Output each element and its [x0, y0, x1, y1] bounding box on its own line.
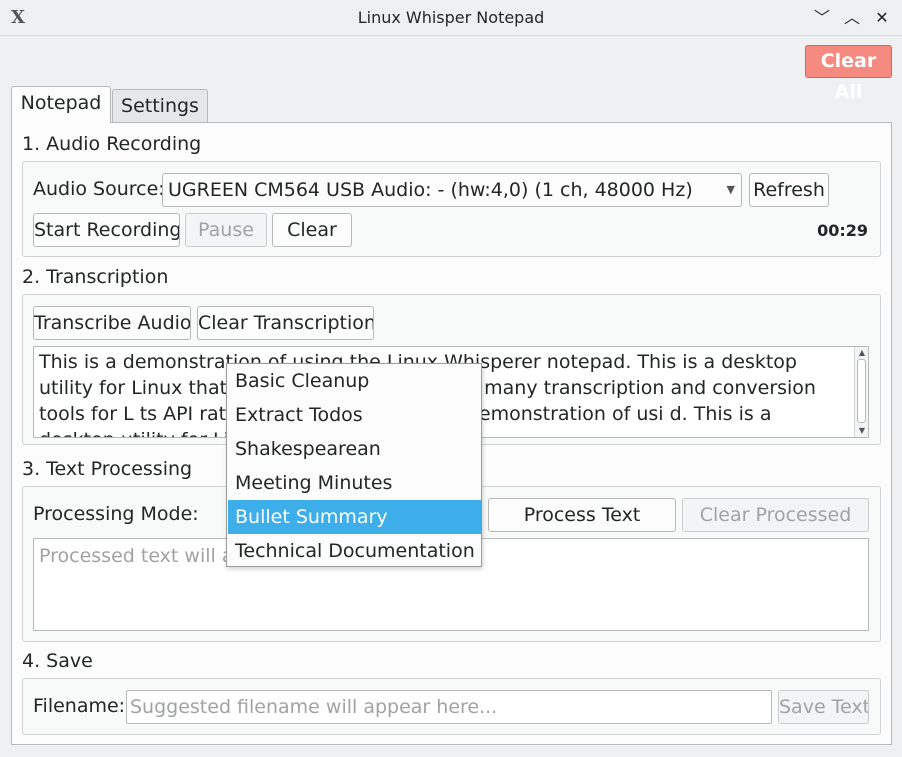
save-title: 4. Save [22, 650, 93, 672]
filename-input[interactable]: Suggested filename will appear here... [126, 690, 772, 724]
filename-placeholder: Suggested filename will appear here... [130, 696, 498, 718]
transcription-title: 2. Transcription [22, 266, 169, 288]
tab-notepad[interactable]: Notepad [11, 86, 111, 123]
minimize-icon[interactable]: ﹀ [810, 6, 834, 30]
clear-processed-button[interactable]: Clear Processed [682, 498, 869, 532]
scroll-down-icon[interactable]: ▼ [855, 425, 868, 437]
scrollbar-thumb[interactable] [857, 359, 866, 423]
audio-recording-title: 1. Audio Recording [22, 133, 202, 155]
refresh-button[interactable]: Refresh [749, 173, 829, 207]
transcribe-audio-button[interactable]: Transcribe Audio [33, 306, 191, 340]
transcription-scrollbar[interactable]: ▲ ▼ [854, 347, 868, 437]
start-recording-button[interactable]: Start Recording [33, 213, 180, 247]
audio-source-label: Audio Source: [33, 178, 165, 200]
mode-option-meeting-minutes[interactable]: Meeting Minutes [228, 466, 482, 500]
mode-option-extract-todos[interactable]: Extract Todos [228, 398, 482, 432]
clear-all-button[interactable]: Clear All [805, 45, 892, 103]
processed-placeholder: Processed text will ap [39, 545, 246, 567]
mode-option-bullet-summary[interactable]: Bullet Summary [228, 500, 482, 534]
recording-timer: 00:29 [817, 221, 868, 240]
chevron-down-icon: ▼ [726, 183, 735, 196]
scroll-up-icon[interactable]: ▲ [855, 347, 868, 359]
close-icon[interactable]: ✕ [870, 6, 894, 30]
mode-option-basic-cleanup[interactable]: Basic Cleanup [228, 364, 482, 398]
tab-settings[interactable]: Settings [112, 89, 208, 123]
processing-mode-label: Processing Mode: [33, 503, 199, 525]
processing-mode-dropdown[interactable]: Basic Cleanup Extract Todos Shakespearea… [226, 363, 482, 567]
audio-source-select[interactable]: UGREEN CM564 USB Audio: - (hw:4,0) (1 ch… [162, 173, 742, 207]
clear-transcription-button[interactable]: Clear Transcription [197, 306, 374, 340]
mode-option-shakespearean[interactable]: Shakespearean [228, 432, 482, 466]
filename-label: Filename: [33, 695, 126, 717]
maximize-icon[interactable]: ︿ [840, 6, 864, 30]
clear-recording-button[interactable]: Clear [272, 213, 352, 247]
window-title: Linux Whisper Notepad [357, 8, 545, 27]
mode-option-technical-documentation[interactable]: Technical Documentation [228, 534, 482, 568]
save-text-button[interactable]: Save Text [778, 690, 869, 724]
process-text-button[interactable]: Process Text [488, 498, 676, 532]
pause-button[interactable]: Pause [185, 213, 267, 247]
audio-source-value: UGREEN CM564 USB Audio: - (hw:4,0) (1 ch… [168, 179, 693, 201]
text-processing-title: 3. Text Processing [22, 458, 193, 480]
